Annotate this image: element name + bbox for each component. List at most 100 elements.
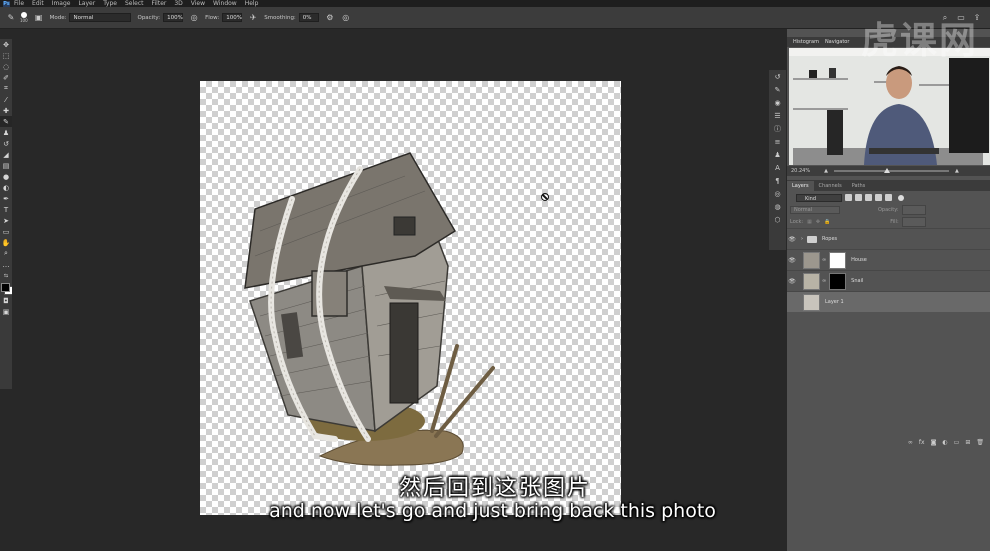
eye-icon[interactable]: 👁 [787,236,797,243]
fx-icon[interactable]: fx [919,439,925,446]
eye-icon[interactable]: 👁 [787,278,797,285]
mode-select[interactable]: Normal [69,13,132,22]
crop-tool-icon[interactable]: ⌗ [0,83,12,94]
history-brush-tool-icon[interactable]: ↺ [0,138,12,149]
menu-window[interactable]: Window [213,0,237,7]
eraser-tool-icon[interactable]: ◢ [0,149,12,160]
dodge-tool-icon[interactable]: ◐ [0,182,12,193]
layer-row-layer-1[interactable]: Layer 1 [787,291,990,312]
zoom-slider[interactable] [833,168,949,173]
brush-preset-picker[interactable]: 100 [20,12,28,23]
move-tool-icon[interactable]: ✥ [0,39,12,50]
lasso-tool-icon[interactable]: ◌ [0,61,12,72]
adjustments-panel-icon[interactable]: ☰ [769,109,786,122]
pressure-opacity-icon[interactable]: ◎ [189,13,199,23]
path-select-tool-icon[interactable]: ➤ [0,215,12,226]
eyedropper-tool-icon[interactable]: ⁄ [0,94,12,105]
tools-panel: ✥ ⬚ ◌ ✐ ⌗ ⁄ ✚ ✎ ♟ ↺ ◢ ▤ ● ◐ ✒ T ➤ ▭ ✋ ⌕ … [0,39,13,389]
quick-mask-icon[interactable]: ◘ [0,295,12,306]
adjustment-filter-icon[interactable] [855,194,862,201]
opacity-input[interactable]: 100% [163,13,184,22]
character-panel-icon[interactable]: A [769,161,786,174]
3d-panel-icon[interactable]: ⬡ [769,213,786,226]
history-panel-icon[interactable]: ↺ [769,70,786,83]
menu-3d[interactable]: 3D [174,0,182,7]
swatches-panel-icon[interactable]: ◎ [769,187,786,200]
menu-type[interactable]: Type [103,0,117,7]
shape-tool-icon[interactable]: ▭ [0,226,12,237]
zoom-in-icon[interactable]: ▲ [955,168,959,174]
menu-image[interactable]: Image [52,0,71,7]
shape-filter-icon[interactable] [875,194,882,201]
color-swatches[interactable] [0,281,13,295]
pressure-size-icon[interactable]: ◎ [341,13,351,23]
filter-toggle-icon[interactable] [898,194,904,201]
pen-tool-icon[interactable]: ✒ [0,193,12,204]
blur-tool-icon[interactable]: ● [0,171,12,182]
document-canvas[interactable] [200,81,621,515]
chevron-right-icon[interactable]: › [801,236,803,242]
type-filter-icon[interactable] [865,194,872,201]
marquee-tool-icon[interactable]: ⬚ [0,50,12,61]
layer-row-snail[interactable]: 👁 ∞ Snail [787,270,990,291]
pixel-filter-icon[interactable] [845,194,852,201]
quick-select-tool-icon[interactable]: ✐ [0,72,12,83]
flow-input[interactable]: 100% [222,13,243,22]
color-panel-icon[interactable]: ◉ [769,96,786,109]
menu-edit[interactable]: Edit [32,0,44,7]
subtitle-chinese: 然后回到这张图片 [398,476,591,501]
styles-panel-icon[interactable]: ◍ [769,200,786,213]
layer-mask-thumbnail[interactable] [829,251,847,269]
trash-icon[interactable]: 🗑 [976,439,984,446]
zoom-tool-icon[interactable]: ⌕ [0,248,12,259]
brush-tool-icon[interactable]: ✎ [6,13,16,23]
lock-all-icon[interactable]: 🔒 [824,219,830,225]
new-group-icon[interactable]: ▭ [954,439,960,446]
tab-layers[interactable]: Layers [787,181,814,191]
layer-mask-thumbnail[interactable] [829,272,847,290]
zoom-level[interactable]: 20.24% [791,168,810,174]
more-tools-icon[interactable]: … [0,259,12,270]
layer-fill-input[interactable] [901,217,926,227]
menu-layer[interactable]: Layer [78,0,95,7]
brush-settings-icon[interactable]: ▣ [34,13,44,23]
adjustment-layer-icon[interactable]: ◐ [942,439,947,446]
layer-kind-filter[interactable]: Kind [796,193,842,202]
type-tool-icon[interactable]: T [0,204,12,215]
menu-filter[interactable]: Filter [152,0,167,7]
layer-opacity-input[interactable] [901,205,926,215]
healing-brush-tool-icon[interactable]: ✚ [0,105,12,116]
lock-pixels-icon[interactable]: ▦ [807,219,812,225]
menu-help[interactable]: Help [245,0,259,7]
hand-tool-icon[interactable]: ✋ [0,237,12,248]
menu-view[interactable]: View [191,0,205,7]
swap-colors-icon[interactable]: ⇆ [0,270,12,281]
info-panel-icon[interactable]: ⓘ [769,122,786,135]
brush-tool-icon-active[interactable]: ✎ [0,116,12,127]
clone-stamp-tool-icon[interactable]: ♟ [0,127,12,138]
tab-channels[interactable]: Channels [814,181,847,191]
add-mask-icon[interactable]: ◙ [931,439,937,446]
blend-row: Normal Opacity: [787,204,990,216]
link-layers-icon[interactable]: ∞ [908,439,913,446]
menu-file[interactable]: File [14,0,24,7]
paragraph-panel-icon[interactable]: ¶ [769,174,786,187]
gear-icon[interactable]: ⚙ [325,13,335,23]
layer-row-ropes[interactable]: 👁 › Ropes [787,228,990,249]
smart-object-filter-icon[interactable] [885,194,892,201]
lock-position-icon[interactable]: ✥ [816,219,820,225]
blend-mode-select[interactable]: Normal [790,206,840,214]
menu-select[interactable]: Select [125,0,144,7]
eye-icon[interactable]: 👁 [787,257,797,264]
clone-source-panel-icon[interactable]: ♟ [769,148,786,161]
zoom-out-icon[interactable]: ▲ [824,168,828,174]
new-layer-icon[interactable]: ⊞ [965,439,970,446]
properties-panel-icon[interactable]: ≡ [769,135,786,148]
layer-row-house[interactable]: 👁 ∞ House [787,249,990,270]
brush-settings-panel-icon[interactable]: ✎ [769,83,786,96]
smoothing-input[interactable]: 0% [298,13,319,22]
airbrush-icon[interactable]: ✈ [248,13,258,23]
screen-mode-icon[interactable]: ▣ [0,306,12,317]
tab-paths[interactable]: Paths [847,181,871,191]
gradient-tool-icon[interactable]: ▤ [0,160,12,171]
